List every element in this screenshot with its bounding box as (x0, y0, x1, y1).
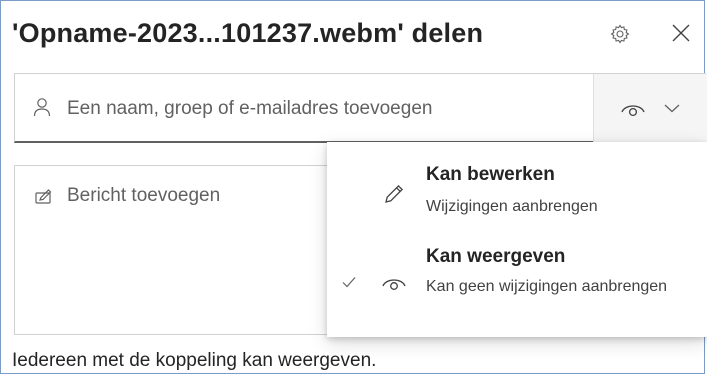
menu-item-can-edit[interactable]: Kan bewerken Wijzigingen aanbrengen (327, 142, 707, 234)
recipient-input[interactable]: Een naam, groep of e-mailadres toevoegen (14, 73, 707, 143)
dialog-title: 'Opname-2023...101237.webm' delen (12, 18, 484, 48)
permission-menu: Kan bewerken Wijzigingen aanbrengen Kan … (327, 142, 707, 337)
eye-icon (621, 105, 645, 117)
checkmark-icon (342, 277, 356, 288)
person-icon (33, 98, 51, 117)
menu-item-can-view[interactable]: Kan weergeven Kan geen wijzigingen aanbr… (327, 234, 707, 337)
eye-icon (382, 279, 406, 290)
chevron-down-icon (664, 104, 680, 113)
permission-dropdown-button[interactable] (594, 74, 707, 142)
menu-item-title: Kan bewerken (426, 164, 555, 185)
menu-item-description: Wijzigingen aanbrengen (426, 198, 598, 215)
pencil-icon (385, 184, 404, 203)
menu-item-description: Kan geen wijzigingen aanbrengen (426, 278, 668, 295)
message-placeholder: Bericht toevoegen (67, 185, 221, 206)
menu-item-title: Kan weergeven (426, 246, 566, 267)
message-edit-icon (35, 189, 52, 204)
recipient-placeholder: Een naam, groep of e-mailadres toevoegen (67, 98, 433, 119)
close-icon[interactable] (670, 22, 692, 44)
gear-icon[interactable] (610, 24, 630, 44)
link-permission-text: Iedereen met de koppeling kan weergeven. (12, 350, 377, 371)
